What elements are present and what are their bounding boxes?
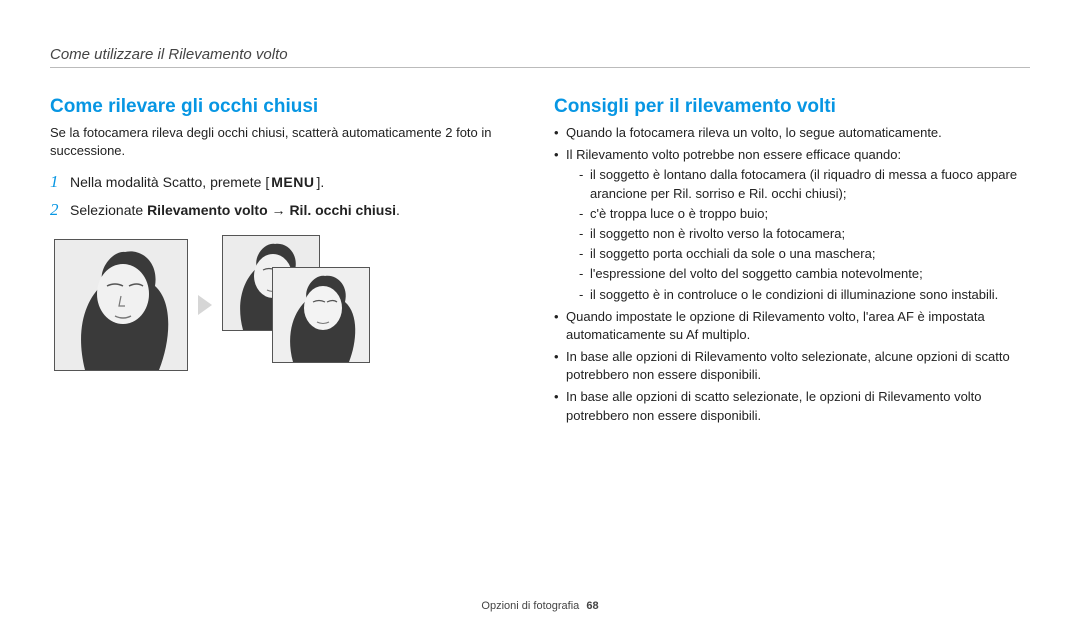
step-1-post: ].	[316, 174, 324, 190]
step-1-body: Nella modalità Scatto, premete [MENU].	[70, 171, 324, 194]
illustration-row	[54, 235, 510, 375]
left-heading: Come rilevare gli occhi chiusi	[50, 96, 510, 118]
right-column: Consigli per il rilevamento volti Quando…	[554, 96, 1030, 429]
step-2-bold-1: Rilevamento volto	[147, 202, 268, 218]
face-icon	[55, 240, 187, 370]
step-2: 2 Selezionate Rilevamento volto → Ril. o…	[50, 200, 510, 221]
step-2-body: Selezionate Rilevamento volto → Ril. occ…	[70, 200, 400, 221]
step-number-1: 1	[50, 172, 70, 192]
tip-item: In base alle opzioni di Rilevamento volt…	[554, 348, 1030, 384]
menu-button-label: MENU	[269, 171, 316, 194]
portrait-illustration	[54, 239, 188, 371]
step-number-2: 2	[50, 200, 70, 220]
page-footer: Opzioni di fotografia 68	[0, 600, 1080, 612]
right-heading: Consigli per il rilevamento volti	[554, 96, 1030, 118]
step-2-post: .	[396, 202, 400, 218]
step-2-pre: Selezionate	[70, 202, 147, 218]
step-2-arrow: →	[268, 202, 290, 218]
step-1-pre: Nella modalità Scatto, premete [	[70, 174, 269, 190]
tip-item: Il Rilevamento volto potrebbe non essere…	[554, 146, 1030, 304]
tip-subitem: il soggetto non è rivolto verso la fotoc…	[566, 225, 1030, 243]
arrow-right-icon	[198, 295, 212, 315]
step-2-bold-2: Ril. occhi chiusi	[289, 202, 396, 218]
footer-section: Opzioni di fotografia	[481, 600, 579, 612]
page-number: 68	[586, 600, 598, 612]
breadcrumb: Come utilizzare il Rilevamento volto	[50, 46, 1030, 68]
tips-list: Quando la fotocamera rileva un volto, lo…	[554, 124, 1030, 425]
portrait-pair	[222, 235, 382, 375]
tip-sublist: il soggetto è lontano dalla fotocamera (…	[566, 166, 1030, 303]
tip-intro: Il Rilevamento volto potrebbe non essere…	[566, 147, 901, 162]
tip-item: Quando impostate le opzione di Rilevamen…	[554, 308, 1030, 344]
content-columns: Come rilevare gli occhi chiusi Se la fot…	[50, 96, 1030, 429]
tip-subitem: l'espressione del volto del soggetto cam…	[566, 265, 1030, 283]
tip-subitem: il soggetto è in controluce o le condizi…	[566, 286, 1030, 304]
tip-item: In base alle opzioni di scatto seleziona…	[554, 388, 1030, 424]
tip-subitem: c'è troppa luce o è troppo buio;	[566, 205, 1030, 223]
left-column: Come rilevare gli occhi chiusi Se la fot…	[50, 96, 510, 429]
tip-item: Quando la fotocamera rileva un volto, lo…	[554, 124, 1030, 142]
tip-subitem: il soggetto porta occhiali da sole o una…	[566, 245, 1030, 263]
face-icon	[273, 268, 369, 362]
left-lead-text: Se la fotocamera rileva degli occhi chiu…	[50, 124, 510, 159]
tip-subitem: il soggetto è lontano dalla fotocamera (…	[566, 166, 1030, 202]
step-1: 1 Nella modalità Scatto, premete [MENU].	[50, 171, 510, 194]
page: Come utilizzare il Rilevamento volto Com…	[0, 0, 1080, 630]
portrait-illustration	[272, 267, 370, 363]
